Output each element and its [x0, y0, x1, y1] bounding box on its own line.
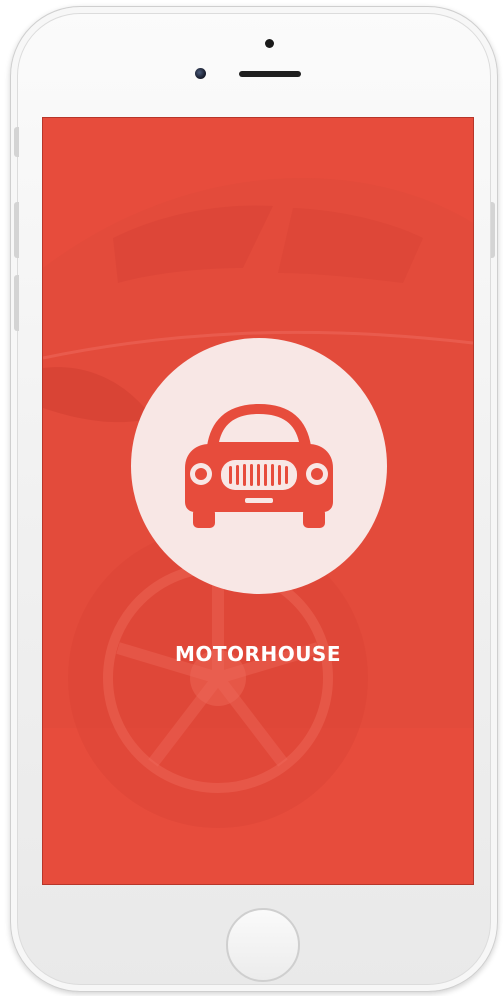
brand-title: MOTORHOUSE [175, 642, 341, 666]
power-button [491, 202, 495, 258]
home-button[interactable] [226, 908, 300, 982]
volume-down-button [14, 275, 19, 331]
volume-up-button [14, 202, 19, 258]
proximity-sensor [265, 39, 274, 48]
splash-screen: MOTORHOUSE [42, 117, 474, 885]
car-front-icon [185, 404, 333, 528]
front-camera [195, 68, 206, 79]
earpiece-speaker [239, 71, 301, 77]
mute-switch [14, 127, 19, 157]
